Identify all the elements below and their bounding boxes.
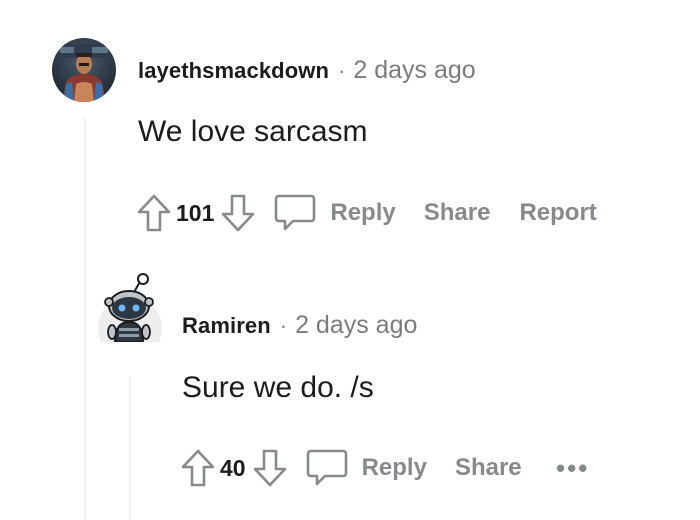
timestamp[interactable]: 2 days ago (295, 311, 417, 340)
share-button[interactable]: Share (455, 454, 522, 482)
meta-separator: · (338, 58, 346, 83)
report-button[interactable]: Report (519, 199, 596, 227)
username[interactable]: layethsmackdown (138, 58, 329, 84)
vote-score: 40 (220, 454, 246, 481)
upvote-icon[interactable] (134, 191, 174, 235)
comment-actions: 101 Reply Share Report (134, 190, 597, 236)
comment-bubble-icon (304, 446, 350, 490)
comment-meta: layethsmackdown · 2 days ago (138, 56, 476, 85)
username[interactable]: Ramiren (182, 313, 271, 339)
meta-separator: · (279, 313, 288, 338)
downvote-icon[interactable] (250, 446, 290, 490)
thread-line-reply[interactable] (129, 376, 131, 520)
share-label: Share (423, 199, 491, 226)
comment-meta: Ramiren · 2 days ago (182, 311, 417, 340)
upvote-icon[interactable] (178, 446, 218, 490)
comment-body: We love sarcasm (138, 115, 368, 148)
reply-label: Reply (330, 199, 396, 226)
comment-bubble-icon (272, 191, 318, 235)
more-options-button[interactable]: ••• (548, 453, 598, 484)
snoo-avatar-icon (98, 273, 162, 342)
downvote-icon[interactable] (218, 191, 258, 235)
wrestler-avatar-icon (52, 38, 116, 102)
report-label: Report (519, 199, 597, 226)
share-button[interactable]: Share (424, 199, 491, 227)
reply-button[interactable]: Reply (272, 191, 396, 235)
reply-button[interactable]: Reply (304, 446, 427, 490)
comment-actions: 40 Reply Share ••• (178, 445, 598, 491)
vote-score: 101 (176, 199, 215, 226)
user-avatar[interactable] (52, 38, 116, 102)
timestamp[interactable]: 2 days ago (353, 56, 475, 85)
more-options-icon: ••• (556, 452, 590, 483)
user-avatar[interactable] (97, 272, 167, 342)
thread-line-parent[interactable] (84, 118, 86, 520)
comment-body: Sure we do. /s (182, 371, 374, 404)
reply-label: Reply (361, 454, 427, 481)
share-label: Share (454, 454, 522, 481)
